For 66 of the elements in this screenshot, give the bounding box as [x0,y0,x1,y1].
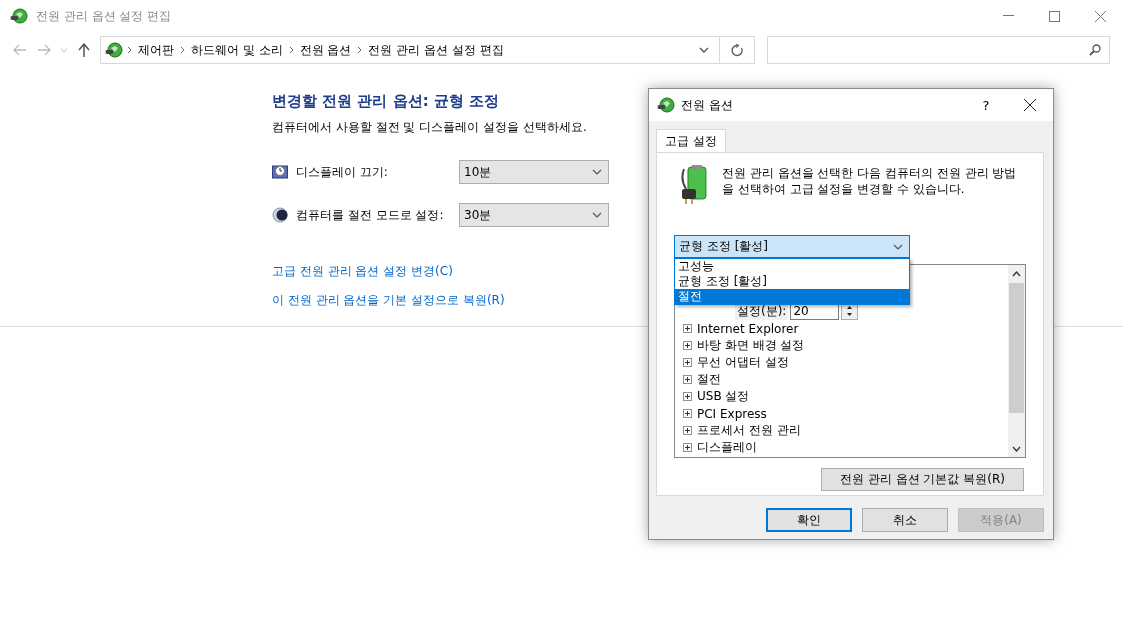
expand-icon[interactable] [683,324,692,333]
search-field[interactable] [767,36,1110,64]
chevron-down-icon [592,212,602,218]
help-button[interactable]: ? [965,89,1007,121]
dialog-description: 전원 관리 옵션을 선택한 다음 컴퓨터의 전원 관리 방법을 선택하여 고급 설정을 변경할 수 있습니다. [721,165,1018,198]
breadcrumb[interactable]: 제어판 [138,41,174,59]
scroll-up-icon[interactable] [1012,270,1021,277]
setting-label: 컴퓨터를 절전 모드로 설정: [296,206,445,224]
tree-item[interactable]: 무선 어댑터 설정 [697,354,789,371]
maximize-icon[interactable] [1048,10,1060,22]
expand-icon[interactable] [683,409,692,418]
chevron-icon [357,46,363,54]
moon-icon [272,207,288,223]
minimize-icon[interactable] [1002,15,1014,17]
plan-option[interactable]: 절전 [675,289,909,304]
dialog-title: 전원 옵션 [681,96,734,114]
breadcrumb[interactable]: 하드웨어 및 소리 [191,41,283,59]
expand-icon[interactable] [683,392,692,401]
time-dropdown[interactable]: 10분 [459,160,609,184]
dropdown-icon[interactable] [699,47,709,53]
setting-label: 디스플레이 끄기: [296,163,389,181]
expand-icon[interactable] [683,341,692,350]
address-bar[interactable]: 제어판 하드웨어 및 소리 전원 옵션 전원 관리 옵션 설정 편집 [100,36,720,64]
chevron-down-icon [893,243,903,250]
window-title: 전원 관리 옵션 설정 편집 [36,7,173,25]
time-dropdown[interactable]: 30분 [459,203,609,227]
minutes-field[interactable]: 20 [790,302,840,320]
plan-option[interactable]: 고성능 [675,259,909,274]
tree-item[interactable]: USB 설정 [697,388,750,405]
chevron-icon [180,46,185,54]
expand-icon[interactable] [683,358,692,367]
scroll-down-icon[interactable] [1012,445,1021,452]
tree-item[interactable]: 프로세서 전원 관리 [697,422,801,439]
tree-item[interactable]: PCI Express [697,406,767,421]
close-icon[interactable] [1024,99,1036,111]
breadcrumb[interactable]: 전원 옵션 [299,41,352,59]
refresh-icon [730,43,744,57]
power-plug-icon [657,96,675,114]
page-heading: 변경할 전원 관리 옵션: 균형 조정 [272,92,500,111]
settings-link[interactable]: 이 전원 관리 옵션을 기본 설정으로 복원(R) [272,292,505,309]
search-icon [1089,44,1101,56]
refresh-button[interactable] [720,36,755,64]
restore-defaults-button[interactable]: 전원 관리 옵션 기본값 복원(R) [821,468,1024,491]
expand-icon[interactable] [683,426,692,435]
tree-item[interactable]: 절전 [697,371,721,388]
plan-dropdown[interactable]: 균형 조정 [활성] [674,235,910,258]
monitor-clock-icon [272,164,288,180]
power-plug-icon [10,7,28,25]
expand-icon[interactable] [683,375,692,384]
chevron-icon [127,46,132,54]
dialog-button[interactable]: 취소 [862,508,948,532]
page-description: 컴퓨터에서 사용할 절전 및 디스플레이 설정을 선택하세요. [272,119,588,136]
breadcrumb[interactable]: 전원 관리 옵션 설정 편집 [368,41,504,59]
expand-icon[interactable] [683,443,692,452]
plan-option[interactable]: 균형 조정 [활성] [675,274,909,289]
tab[interactable]: 고급 설정 [656,129,726,152]
chevron-icon [288,46,294,54]
settings-link[interactable]: 고급 전원 관리 옵션 설정 변경(C) [272,263,453,280]
dialog-button[interactable]: 확인 [766,508,852,532]
tree-item[interactable]: Internet Explorer [697,321,799,336]
power-plug-icon [105,41,123,59]
chevron-down-icon [592,169,602,175]
tree-item[interactable]: 디스플레이 [697,439,757,456]
tree-item[interactable]: 바탕 화면 배경 설정 [697,337,805,354]
scrollbar[interactable] [1008,265,1025,457]
up-arrow-icon[interactable] [78,43,90,57]
